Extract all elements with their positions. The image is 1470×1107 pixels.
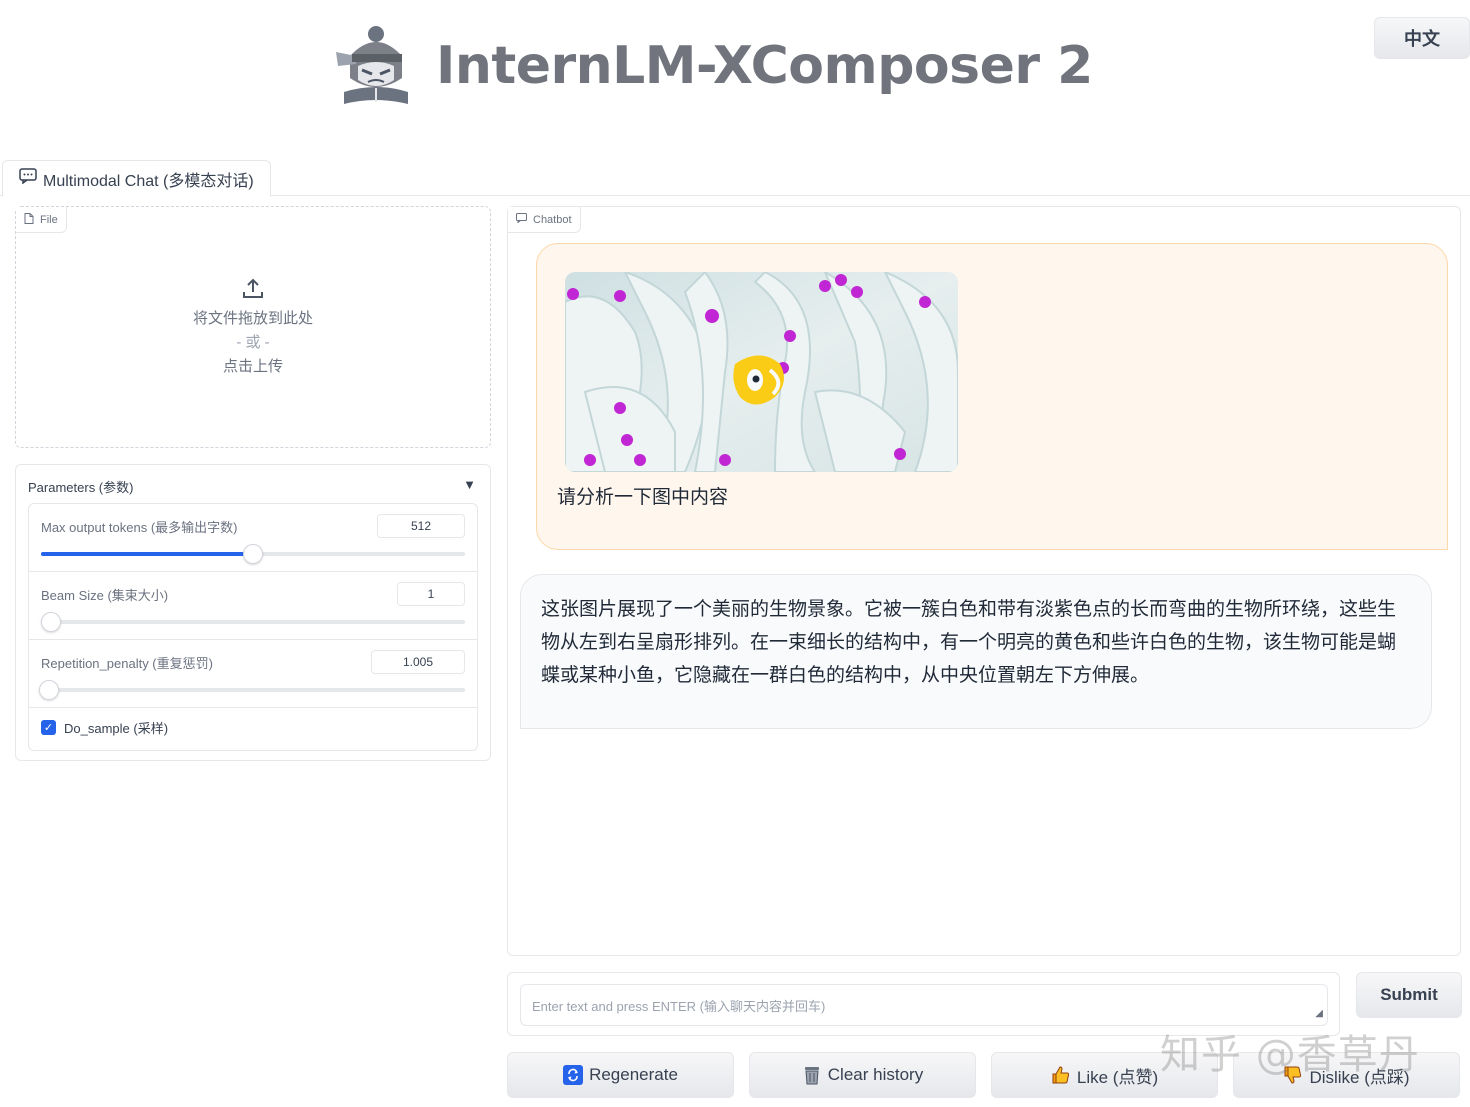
collapse-arrow-icon[interactable]: ▼ (463, 477, 476, 492)
app-logo: InternLM-XComposer 2 (330, 22, 1093, 110)
file-icon (24, 212, 34, 227)
beam-size-row: Beam Size (集束大小) 1 (29, 572, 477, 640)
regenerate-button[interactable]: Regenerate (507, 1052, 734, 1098)
max-tokens-number-input[interactable]: 512 (377, 514, 465, 538)
drop-instructions: 将文件拖放到此处 - 或 - 点击上传 (16, 277, 490, 379)
thumbs-down-icon (1283, 1065, 1303, 1085)
beam-size-number-input[interactable]: 1 (397, 582, 465, 606)
parameters-title[interactable]: Parameters (参数) (28, 477, 133, 496)
user-message-text: 请分析一下图中内容 (557, 487, 729, 508)
click-upload-text: 点击上传 (222, 358, 283, 375)
tab-label: Multimodal Chat (多模态对话) (43, 172, 254, 190)
parameters-panel: Max output tokens (最多输出字数) 512 Beam Size… (28, 503, 478, 751)
file-block-label: File (16, 207, 67, 233)
tab-bar: Multimodal Chat (多模态对话) (0, 160, 1470, 197)
do-sample-checkbox[interactable]: ✓ (41, 720, 56, 735)
clear-history-button[interactable]: Clear history (749, 1052, 976, 1098)
repetition-penalty-row: Repetition_penalty (重复惩罚) 1.005 (29, 640, 477, 708)
repetition-penalty-label: Repetition_penalty (重复惩罚) (41, 656, 213, 671)
repetition-penalty-slider[interactable] (39, 680, 465, 700)
file-upload-dropzone[interactable]: File 将文件拖放到此处 - 或 - 点击上传 (15, 206, 491, 448)
max-tokens-row: Max output tokens (最多输出字数) 512 (29, 504, 477, 572)
submit-button[interactable]: Submit (1356, 972, 1462, 1018)
slider-thumb[interactable] (243, 544, 263, 564)
thumbs-up-icon (1051, 1065, 1071, 1085)
slider-thumb[interactable] (41, 612, 61, 632)
slider-fill (41, 552, 253, 556)
bot-message-bubble: 这张图片展现了一个美丽的生物景象。它被一簇白色和带有淡紫色点的长而弯曲的生物所环… (520, 574, 1432, 729)
file-label-text: File (40, 213, 58, 226)
drop-text: 将文件拖放到此处 (192, 310, 313, 327)
language-toggle-button[interactable]: 中文 (1374, 17, 1470, 59)
chatbot-panel: Chatbot 请分析一下图中内容 这张图片展现了一个美丽的生物景象。它被一簇白… (507, 206, 1461, 956)
mascot-icon (336, 26, 408, 104)
message-input-block: ◢ (507, 972, 1340, 1036)
chat-icon (19, 168, 37, 189)
parameters-accordion: Parameters (参数) ▼ Max output tokens (最多输… (15, 464, 491, 761)
dislike-label: Dislike (点踩) (1309, 1067, 1410, 1087)
tab-multimodal-chat[interactable]: Multimodal Chat (多模态对话) (2, 160, 271, 197)
trash-icon (802, 1065, 822, 1085)
max-tokens-slider[interactable] (41, 544, 465, 564)
do-sample-checkbox-row[interactable]: ✓ Do_sample (采样) (41, 718, 168, 737)
clear-history-label: Clear history (827, 1065, 924, 1084)
or-text: - 或 - (236, 334, 270, 351)
like-label: Like (点赞) (1076, 1067, 1159, 1087)
chatbot-icon (516, 213, 527, 226)
slider-thumb[interactable] (39, 680, 60, 700)
uploaded-image[interactable] (565, 272, 958, 472)
max-tokens-label: Max output tokens (最多输出字数) (41, 520, 238, 535)
do-sample-label: Do_sample (采样) (64, 721, 169, 736)
chatbot-block-label: Chatbot (508, 207, 581, 233)
beam-size-label: Beam Size (集束大小) (41, 588, 169, 603)
refresh-icon (563, 1065, 584, 1085)
like-button[interactable]: Like (点赞) (991, 1052, 1218, 1098)
resize-handle-icon[interactable]: ◢ (1315, 1008, 1323, 1019)
upload-icon (243, 278, 263, 298)
regenerate-label: Regenerate (589, 1065, 678, 1084)
chatbot-label-text: Chatbot (533, 213, 572, 226)
repetition-penalty-number-input[interactable]: 1.005 (371, 650, 465, 674)
message-input[interactable] (520, 984, 1328, 1026)
beam-size-slider[interactable] (41, 612, 465, 632)
dislike-button[interactable]: Dislike (点踩) (1233, 1052, 1460, 1098)
app-title: InternLM-XComposer 2 (436, 36, 1093, 96)
user-message-bubble: 请分析一下图中内容 (536, 243, 1448, 550)
